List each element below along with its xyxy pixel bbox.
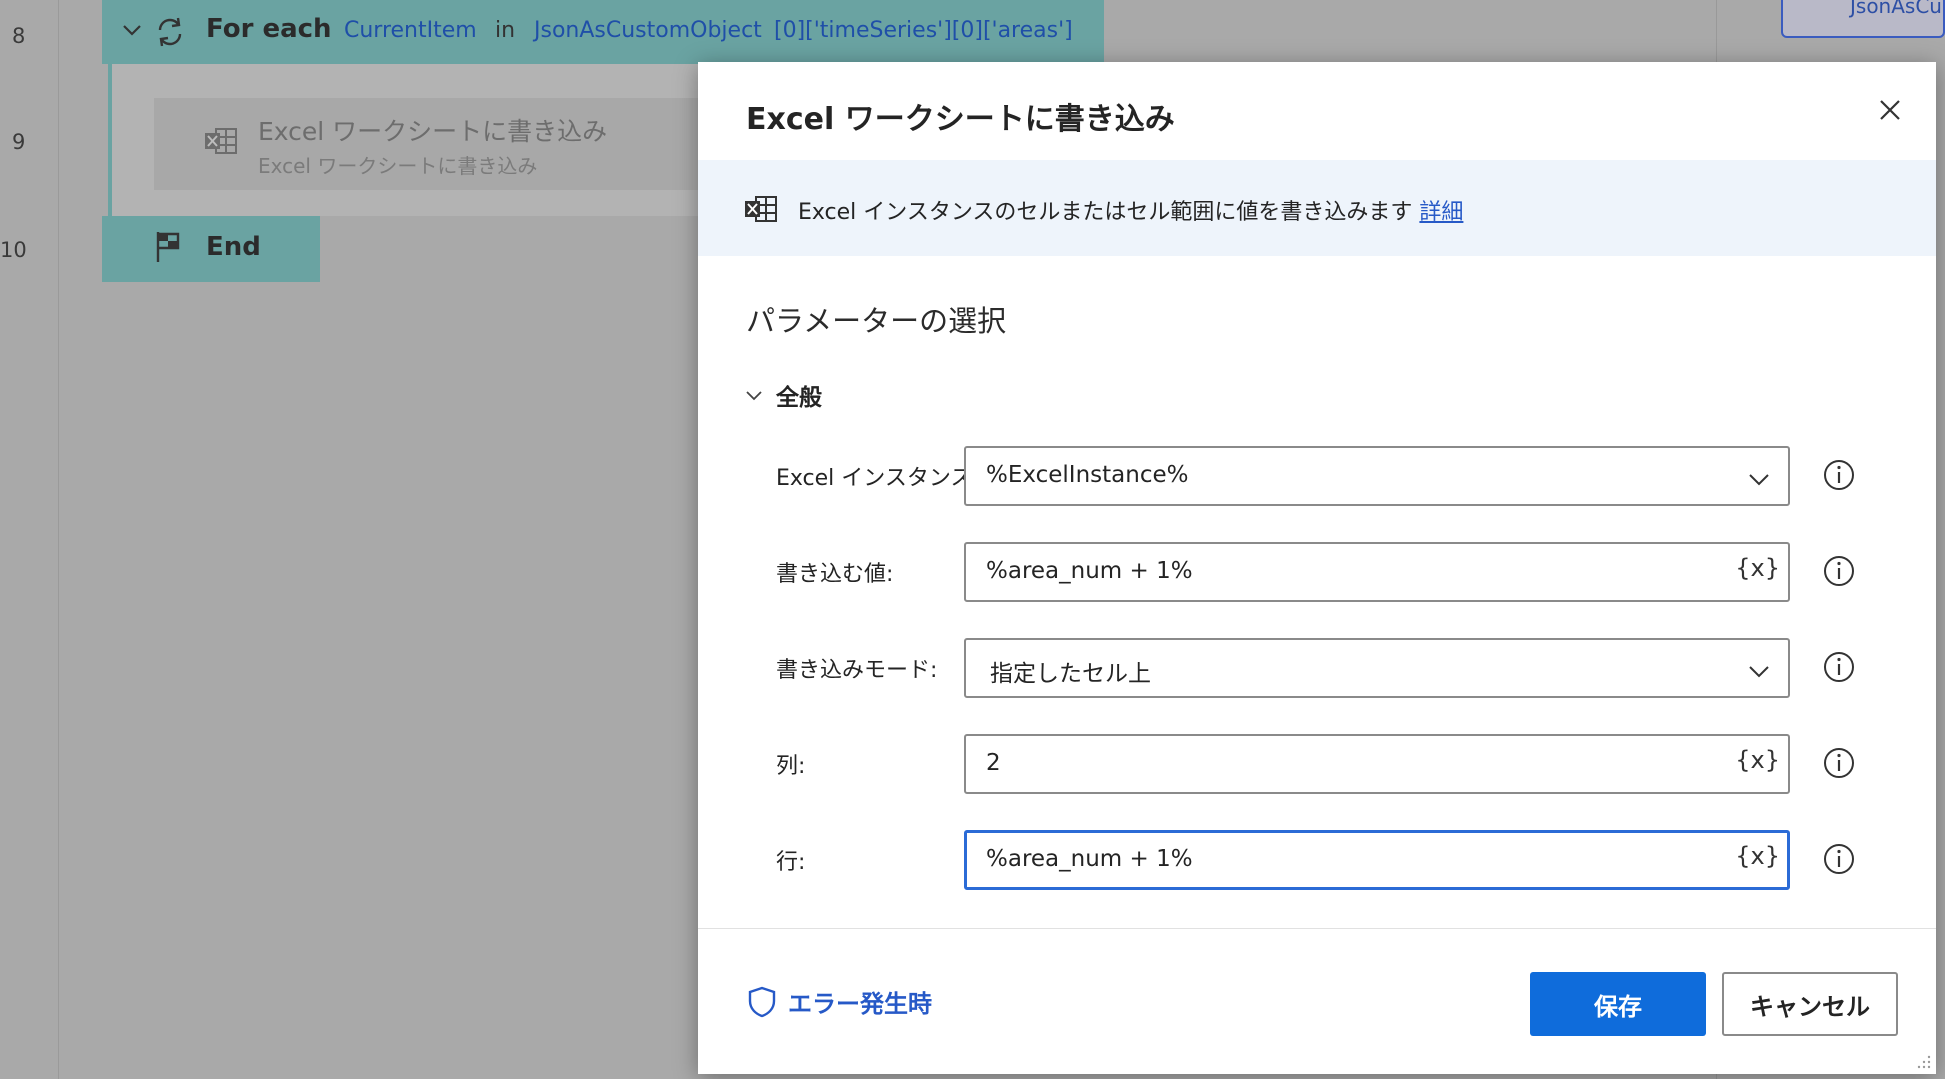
save-button[interactable]: 保存 <box>1530 972 1706 1036</box>
foreach-source-variable: JsonAsCustomObject <box>534 18 762 43</box>
value-to-write-input[interactable]: %area_num + 1% {x} <box>964 542 1790 602</box>
line-number-gutter: 8 9 10 <box>0 0 59 1079</box>
general-group-toggle[interactable]: 全般 <box>744 378 822 412</box>
variable-picker-button[interactable]: {x} <box>1735 746 1780 774</box>
field-value: %ExcelInstance% <box>986 462 1189 488</box>
info-text: Excel インスタンスのセルまたはセル範囲に値を書き込みます <box>798 200 1413 225</box>
param-label-value: 書き込む値: <box>776 562 894 587</box>
line-number: 8 <box>12 24 26 48</box>
foreach-item-variable: CurrentItem <box>344 18 477 43</box>
chevron-down-icon[interactable] <box>120 18 144 46</box>
section-title: パラメーターの選択 <box>746 304 1007 338</box>
cancel-button[interactable]: キャンセル <box>1722 972 1898 1036</box>
shield-icon <box>748 986 776 1017</box>
row-input[interactable]: %area_num + 1% {x} <box>964 830 1790 890</box>
flag-icon <box>154 230 184 268</box>
variable-picker-button[interactable]: {x} <box>1735 554 1780 582</box>
variable-picker-button[interactable]: {x} <box>1735 842 1780 870</box>
end-label: End <box>206 232 261 262</box>
foreach-action-block[interactable]: For each CurrentItem in JsonAsCustomObje… <box>102 0 1104 64</box>
line-number: 10 <box>0 238 27 262</box>
column-input[interactable]: 2 {x} <box>964 734 1790 794</box>
info-icon[interactable] <box>1822 458 1856 492</box>
close-icon <box>1880 100 1900 120</box>
info-icon[interactable] <box>1822 746 1856 780</box>
foreach-source-path: [0]['timeSeries'][0]['areas'] <box>774 18 1073 43</box>
step-subtitle: Excel ワークシートに書き込み <box>258 154 538 178</box>
excel-icon <box>204 126 238 160</box>
info-description: Excel インスタンスのセルまたはセル範囲に値を書き込みます 詳細 <box>798 194 1463 226</box>
end-block[interactable]: End <box>102 216 320 282</box>
variable-item-label: JsonAsCu <box>1850 0 1942 18</box>
step-title: Excel ワークシートに書き込み <box>258 117 608 146</box>
field-value: %area_num + 1% <box>986 558 1193 584</box>
field-value: 指定したセル上 <box>990 661 1151 687</box>
param-label-column: 列: <box>776 754 806 779</box>
param-label-write-mode: 書き込みモード: <box>776 658 938 683</box>
info-icon[interactable] <box>1822 842 1856 876</box>
foreach-title: For each <box>206 14 332 44</box>
group-label: 全般 <box>776 385 822 411</box>
excel-icon <box>744 194 778 228</box>
field-value: 2 <box>986 750 1001 776</box>
chevron-down-icon <box>1749 666 1769 678</box>
loop-icon <box>152 14 188 54</box>
details-link[interactable]: 詳細 <box>1419 200 1463 225</box>
excel-instance-dropdown[interactable]: %ExcelInstance% <box>964 446 1790 506</box>
info-icon[interactable] <box>1822 650 1856 684</box>
param-label-excel-instance: Excel インスタンス: <box>776 466 980 491</box>
write-excel-dialog: Excel ワークシートに書き込み Excel インスタンスのセルまたはセル範囲… <box>698 62 1936 1074</box>
chevron-down-icon <box>746 391 762 401</box>
chevron-down-icon <box>1749 474 1769 486</box>
error-handling-label: エラー発生時 <box>788 990 932 1018</box>
param-label-row: 行: <box>776 850 806 875</box>
close-button[interactable] <box>1872 92 1908 128</box>
dialog-title: Excel ワークシートに書き込み <box>746 102 1175 137</box>
foreach-in-keyword: in <box>495 18 516 43</box>
info-icon[interactable] <box>1822 554 1856 588</box>
resize-grip-icon[interactable] <box>1914 1052 1932 1070</box>
footer-divider <box>698 928 1936 929</box>
write-mode-dropdown[interactable]: 指定したセル上 <box>964 638 1790 698</box>
line-number: 9 <box>12 130 26 154</box>
info-banner: Excel インスタンスのセルまたはセル範囲に値を書き込みます 詳細 <box>698 160 1936 256</box>
error-handling-button[interactable]: エラー発生時 <box>746 984 932 1019</box>
field-value: %area_num + 1% <box>986 846 1193 872</box>
